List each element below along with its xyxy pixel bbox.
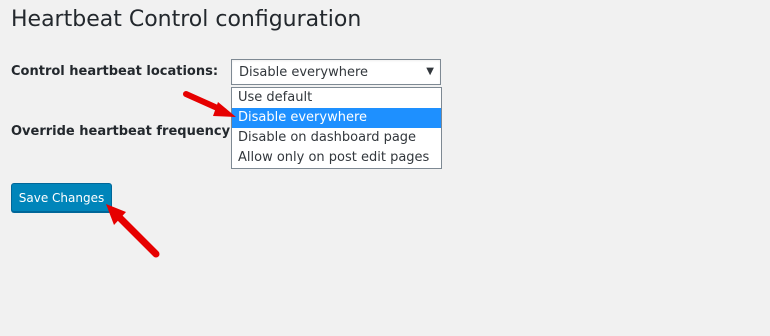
option-allow-only-post-edit[interactable]: Allow only on post edit pages — [232, 148, 441, 168]
caret-down-icon: ▼ — [426, 66, 434, 77]
page-title: Heartbeat Control configuration — [11, 7, 362, 32]
heartbeat-locations-dropdown: Use default Disable everywhere Disable o… — [231, 87, 442, 169]
arrow-shaft — [116, 214, 160, 258]
option-disable-everywhere[interactable]: Disable everywhere — [232, 108, 441, 128]
select-current-value: Disable everywhere — [239, 65, 369, 80]
annotation-arrow-option — [183, 91, 236, 117]
option-use-default[interactable]: Use default — [232, 88, 441, 108]
heartbeat-frequency-label: Override heartbeat frequency: — [11, 124, 236, 139]
option-disable-on-dashboard[interactable]: Disable on dashboard page — [232, 128, 441, 148]
heartbeat-locations-select[interactable]: Disable everywhere ▼ — [231, 59, 441, 85]
annotation-arrow-save — [106, 204, 160, 258]
heartbeat-locations-label: Control heartbeat locations: — [11, 64, 219, 79]
save-changes-button[interactable]: Save Changes — [11, 183, 112, 212]
arrow-shaft — [183, 91, 227, 114]
